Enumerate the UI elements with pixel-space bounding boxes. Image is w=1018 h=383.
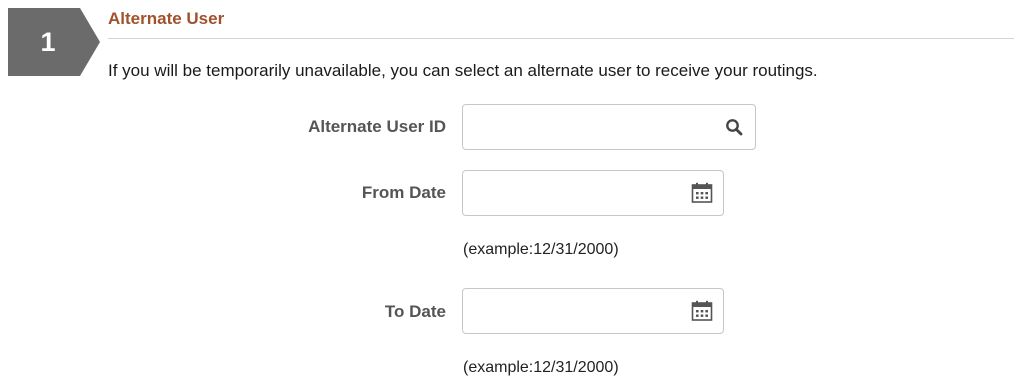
alternate-user-id-label: Alternate User ID: [308, 117, 446, 136]
section-title: Alternate User: [108, 9, 225, 28]
step-number: 1: [40, 26, 56, 57]
from-date-input[interactable]: [463, 171, 723, 215]
to-date-label: To Date: [384, 302, 446, 321]
calendar-icon[interactable]: [691, 300, 713, 322]
section-instructions: If you will be temporarily unavailable, …: [108, 61, 818, 80]
from-date-label: From Date: [361, 183, 446, 202]
alternate-user-id-field[interactable]: [462, 104, 756, 150]
to-date-hint: (example:12/31/2000): [463, 359, 619, 376]
calendar-icon[interactable]: [691, 182, 713, 204]
from-date-field[interactable]: [462, 170, 724, 216]
from-date-hint: (example:12/31/2000): [463, 241, 619, 258]
step-badge: 1: [8, 8, 100, 76]
section-divider: [108, 38, 1014, 39]
search-icon[interactable]: [723, 116, 745, 138]
to-date-input[interactable]: [463, 289, 723, 333]
to-date-field[interactable]: [462, 288, 724, 334]
alternate-user-id-input[interactable]: [463, 105, 755, 149]
